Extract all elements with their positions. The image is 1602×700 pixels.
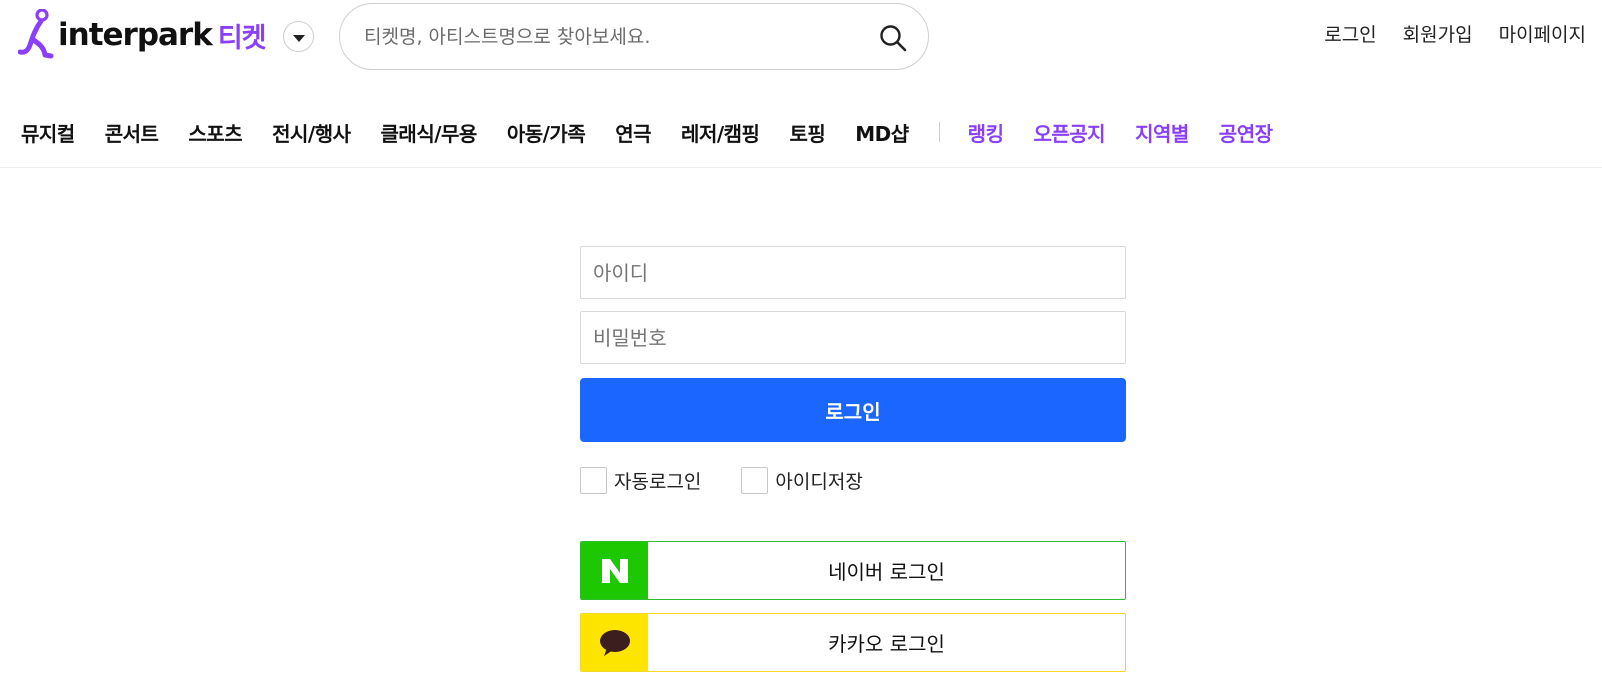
mypage-link[interactable]: 마이페이지	[1499, 20, 1586, 47]
save-id-label: 아이디저장	[775, 470, 863, 493]
naver-n-icon	[581, 542, 648, 599]
login-link[interactable]: 로그인	[1324, 20, 1376, 47]
top-header: interpark 티켓 로그인 회원가입 마이페이지	[0, 0, 1602, 80]
signup-link[interactable]: 회원가입	[1403, 20, 1473, 47]
nav-item-exhibition[interactable]: 전시/행사	[272, 118, 351, 147]
auto-login-label: 자동로그인	[614, 470, 702, 493]
nav-item-classic[interactable]: 클래식/무용	[381, 118, 478, 147]
nav-item-ranking[interactable]: 랭킹	[968, 118, 1004, 147]
id-field-wrapper	[580, 246, 1126, 299]
nav-item-leisure[interactable]: 레저/캠핑	[681, 118, 760, 147]
auto-login-option[interactable]: 자동로그인	[580, 466, 702, 494]
nav-item-venue[interactable]: 공연장	[1219, 118, 1273, 147]
save-id-option[interactable]: 아이디저장	[741, 466, 863, 494]
logo-wordmark: interpark	[58, 17, 213, 53]
id-input[interactable]	[581, 247, 1125, 298]
login-options: 자동로그인 아이디저장	[580, 466, 1126, 494]
interpark-ticket-logo[interactable]: interpark 티켓	[18, 8, 267, 62]
login-submit-button[interactable]: 로그인	[580, 378, 1126, 442]
nav-item-region[interactable]: 지역별	[1135, 118, 1189, 147]
search-bar	[339, 3, 929, 70]
nav-item-play[interactable]: 연극	[615, 118, 651, 147]
utility-links: 로그인 회원가입 마이페이지	[1324, 20, 1586, 47]
password-field-wrapper	[580, 311, 1126, 364]
nav-divider	[938, 122, 940, 142]
nav-item-concert[interactable]: 콘서트	[105, 118, 159, 147]
nav-item-kids[interactable]: 아동/가족	[507, 118, 586, 147]
naver-login-button[interactable]: 네이버 로그인	[580, 541, 1126, 600]
social-login-group: 네이버 로그인 카카오 로그인	[580, 541, 1126, 672]
save-id-checkbox[interactable]	[741, 466, 769, 494]
kakao-login-button[interactable]: 카카오 로그인	[580, 613, 1126, 672]
nav-item-sports[interactable]: 스포츠	[188, 118, 242, 147]
nav-bottom-border	[0, 167, 1602, 168]
nav-item-open-notice[interactable]: 오픈공지	[1033, 118, 1105, 147]
search-icon[interactable]	[878, 23, 908, 53]
service-switch-dropdown-button[interactable]	[283, 21, 314, 52]
naver-login-label: 네이버 로그인	[828, 560, 945, 584]
kakao-speech-bubble-icon	[581, 614, 648, 671]
nav-item-musical[interactable]: 뮤지컬	[21, 118, 75, 147]
kakao-login-label: 카카오 로그인	[828, 632, 945, 656]
category-nav: 뮤지컬 콘서트 스포츠 전시/행사 클래식/무용 아동/가족 연극 레저/캠핑 …	[0, 112, 1602, 152]
caret-down-icon	[292, 34, 305, 42]
nav-item-md-shop[interactable]: MD샵	[855, 118, 909, 147]
login-form: 로그인 자동로그인 아이디저장 네이버 로그인	[580, 246, 1126, 685]
nav-item-topping[interactable]: 토핑	[789, 118, 825, 147]
logo-ticket-label: 티켓	[217, 22, 267, 54]
password-input[interactable]	[581, 312, 1125, 363]
search-input[interactable]	[364, 4, 844, 69]
interpark-figure-logo-icon	[18, 9, 54, 59]
auto-login-checkbox[interactable]	[580, 466, 607, 494]
